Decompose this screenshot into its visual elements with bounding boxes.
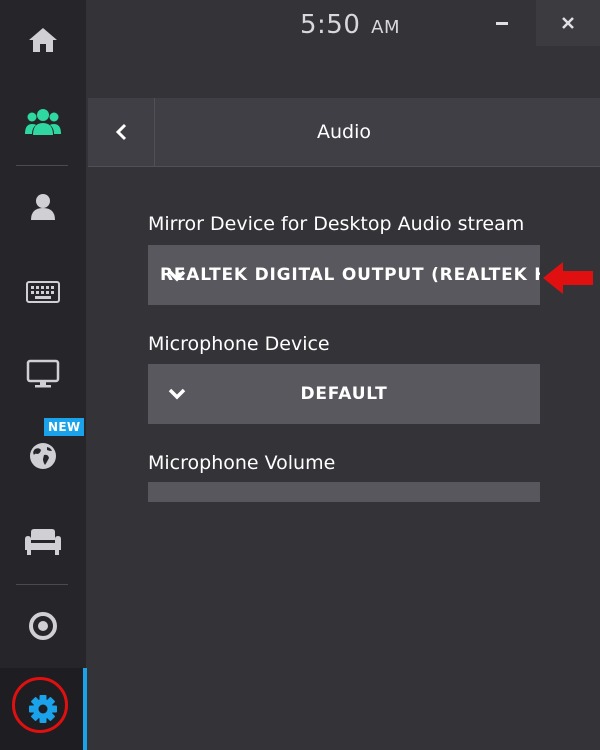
sidebar-item-profile[interactable]: [0, 167, 86, 247]
close-button[interactable]: [536, 0, 600, 46]
microphone-volume-slider[interactable]: [148, 482, 540, 502]
sidebar-item-settings[interactable]: [0, 668, 86, 750]
microphone-device-value: DEFAULT: [300, 384, 388, 404]
sidebar-item-home[interactable]: [0, 0, 86, 80]
microphone-volume-label: Microphone Volume: [148, 452, 336, 474]
globe-icon: [30, 443, 56, 469]
clock-ampm: AM: [371, 17, 400, 38]
title-bar: 5:50 AM: [88, 0, 600, 52]
sidebar-item-friends[interactable]: [0, 82, 86, 162]
sidebar-item-record[interactable]: [0, 586, 86, 666]
sidebar-item-keyboard[interactable]: [0, 252, 86, 332]
sidebar-item-display[interactable]: [0, 334, 86, 414]
gear-icon: [29, 695, 57, 723]
minimize-button[interactable]: [478, 0, 526, 48]
display-icon: [26, 359, 60, 388]
sidebar: NEW: [0, 0, 87, 750]
sidebar-divider: [16, 584, 68, 585]
close-icon: [562, 17, 574, 29]
back-button[interactable]: [88, 98, 155, 166]
minimize-icon: [496, 22, 508, 25]
new-badge: NEW: [44, 418, 85, 436]
home-icon: [29, 28, 57, 52]
mirror-device-dropdown[interactable]: REALTEK DIGITAL OUTPUT (REALTEK H: [148, 245, 540, 305]
sidebar-item-lounge[interactable]: [0, 502, 86, 582]
mirror-device-label: Mirror Device for Desktop Audio stream: [148, 213, 525, 235]
page-header: Audio: [88, 98, 600, 167]
annotation-arrow-icon: [543, 262, 593, 294]
page-title: Audio: [316, 121, 371, 143]
clock-time: 5:50: [300, 10, 361, 40]
friends-icon: [25, 109, 61, 135]
mirror-device-value: REALTEK DIGITAL OUTPUT (REALTEK H: [160, 265, 540, 285]
microphone-device-label: Microphone Device: [148, 333, 330, 355]
record-icon: [29, 612, 57, 640]
microphone-device-dropdown[interactable]: DEFAULT: [148, 364, 540, 424]
clock: 5:50 AM: [300, 10, 400, 40]
chevron-left-icon: [115, 123, 127, 141]
sofa-icon: [25, 529, 61, 555]
profile-icon: [31, 194, 55, 220]
selected-indicator: [83, 668, 87, 750]
keyboard-icon: [26, 281, 60, 303]
sidebar-divider: [16, 165, 68, 166]
